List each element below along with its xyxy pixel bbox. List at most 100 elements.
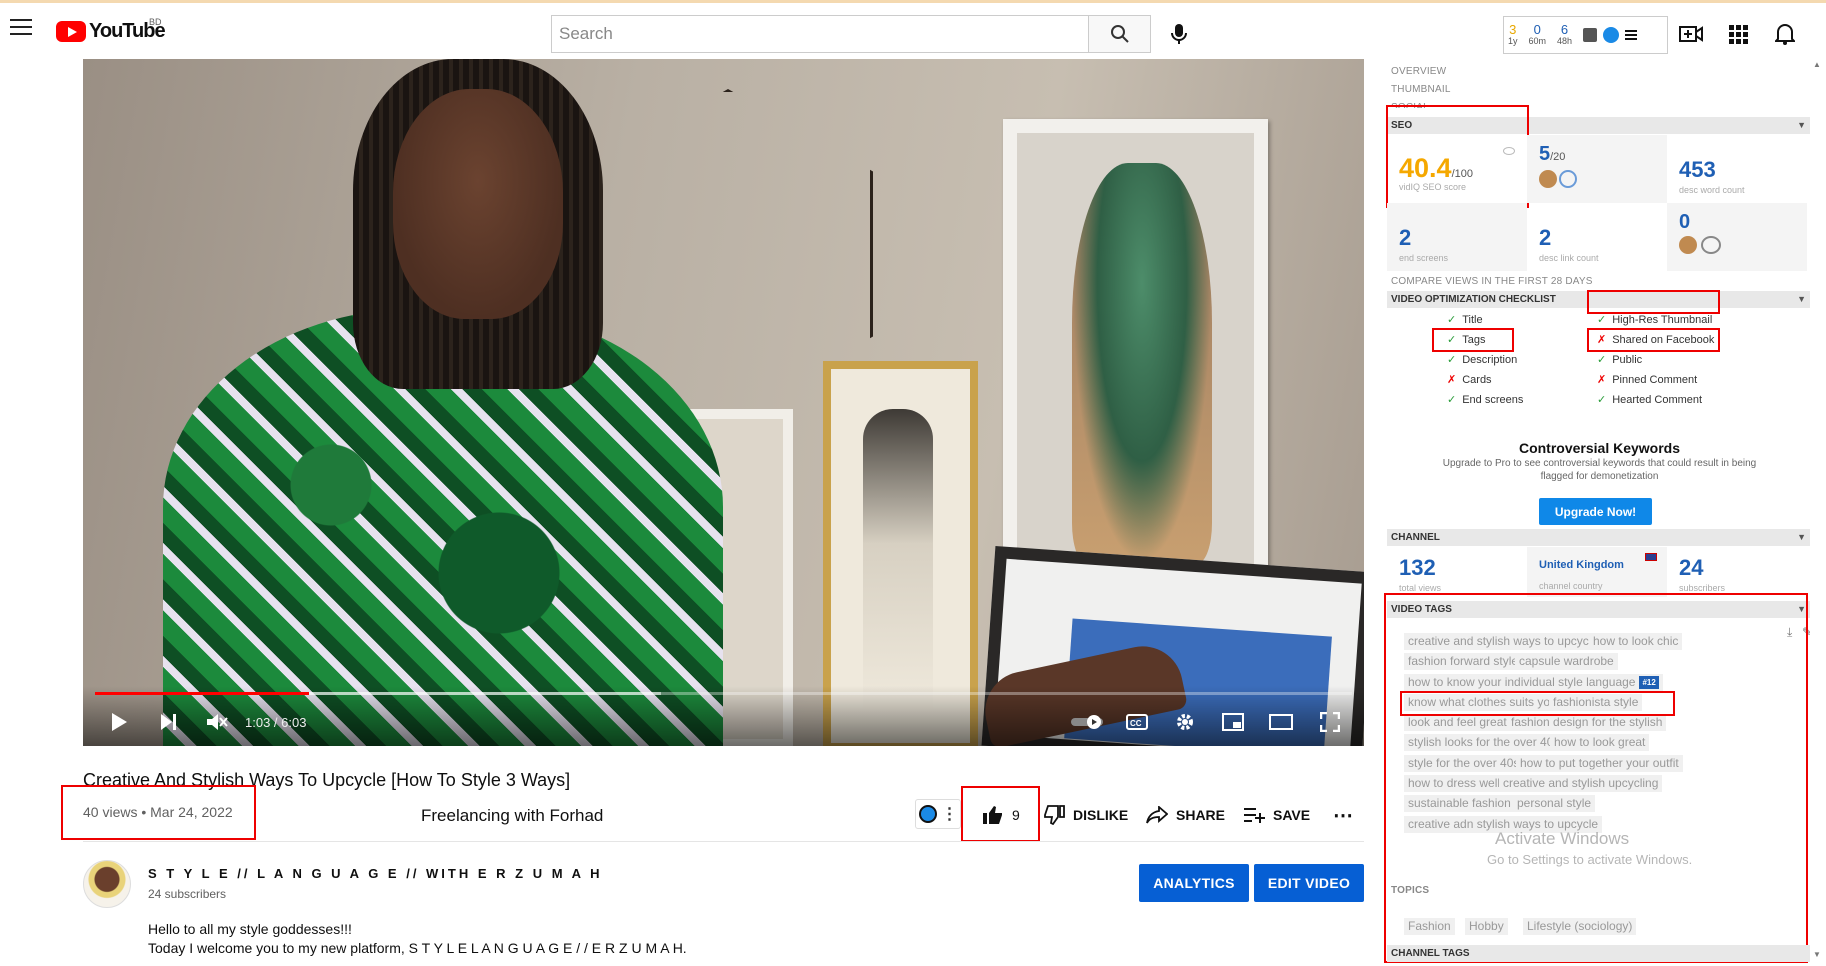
captions-icon: CC [1126, 714, 1148, 730]
notifications-bell-icon[interactable] [1771, 21, 1799, 47]
voice-search-button[interactable] [1162, 17, 1196, 51]
compare-views-header[interactable]: COMPARE VIEWS IN THE FIRST 28 DAYS [1387, 273, 1812, 290]
link-icon [1559, 170, 1577, 188]
play-button[interactable] [105, 708, 133, 736]
avatar-icon [1539, 170, 1557, 188]
avatar-icon [1679, 236, 1697, 254]
microphone-icon [1171, 24, 1187, 44]
fullscreen-icon [1320, 712, 1340, 732]
search-button[interactable] [1088, 15, 1151, 53]
topic-tag: Lifestyle (sociology) [1523, 918, 1637, 935]
video-tag: creative and stylish ways to upcycle [1404, 633, 1603, 650]
video-tag: sustainable fashion [1404, 795, 1515, 812]
download-tags-icon[interactable]: ⤓ [1787, 625, 1792, 640]
more-actions-button[interactable]: ⋯ [1333, 803, 1353, 827]
video-time: 1:03 / 6:03 [245, 715, 307, 730]
channel-name[interactable]: S T Y L E // L A N G U A G E // WITH E R… [148, 866, 603, 881]
stat-0-cell: 0 [1667, 203, 1807, 271]
search-input[interactable]: Search [551, 15, 1088, 53]
vidiq-stat-60m: 0 60m [1528, 21, 1547, 46]
vidiq-stats-widget[interactable]: 3 1y 0 60m 6 48h [1503, 16, 1668, 54]
cross-icon: ✗ [1597, 374, 1607, 386]
theater-mode-button[interactable] [1267, 708, 1295, 736]
share-label: SHARE [1176, 807, 1226, 823]
video-tag-text: capsule wardrobe [1519, 654, 1614, 668]
scroll-up-icon[interactable]: ▲ [1813, 60, 1821, 69]
save-button[interactable]: SAVE [1243, 803, 1310, 827]
nav-overview[interactable]: OVERVIEW [1387, 63, 1812, 80]
checklist-item-right-4: ✓ Hearted Comment [1597, 393, 1702, 406]
create-video-icon[interactable] [1677, 21, 1705, 47]
fullscreen-button[interactable] [1316, 708, 1344, 736]
eye-icon[interactable] [1503, 147, 1515, 155]
vidiq-logo-icon[interactable] [1603, 27, 1620, 43]
more-horiz-icon: ⋯ [1333, 804, 1353, 827]
channel-section-header[interactable]: CHANNEL ▼ [1387, 529, 1812, 546]
theater-icon [1269, 714, 1293, 730]
check-icon: ✓ [1597, 314, 1607, 326]
settings-button[interactable] [1171, 708, 1199, 736]
stat-5-cell: 5/20 [1527, 135, 1667, 203]
checklist-item-0: ✓ Title [1447, 313, 1483, 326]
like-button[interactable]: 9 [982, 803, 1020, 827]
stat-5: 5 [1539, 143, 1551, 165]
miniplayer-button[interactable] [1219, 708, 1247, 736]
menu-icon[interactable] [10, 19, 32, 37]
channel-subscribers-label: subscribers [1679, 583, 1726, 593]
check-icon: ✓ [1597, 394, 1607, 406]
end-screens-cell: 2 end screens [1387, 203, 1527, 271]
total-views-cell: 132 total views [1387, 547, 1527, 597]
video-tags-section-header[interactable]: VIDEO TAGS ▼ [1387, 601, 1812, 618]
dislike-button[interactable]: DISLIKE [1043, 803, 1128, 827]
dislike-label: DISLIKE [1073, 807, 1129, 823]
collapse-arrow-icon: ▼ [1797, 604, 1806, 614]
check-icon: ✓ [1447, 334, 1457, 346]
seo-score-label: vidIQ SEO score [1399, 182, 1467, 192]
checklist-item-1: ✓ Tags [1447, 333, 1485, 346]
channel-tags-section-header[interactable]: CHANNEL TAGS [1387, 945, 1812, 962]
vidiq-menu-icon[interactable] [1625, 30, 1638, 40]
video-tag: capsule wardrobe [1515, 653, 1618, 670]
apps-grid-icon[interactable] [1724, 21, 1752, 47]
collapse-arrow-icon: ▼ [1797, 294, 1806, 304]
seo-section-header[interactable]: SEO ▼ [1387, 117, 1812, 134]
video-tag: creative and stylish upcycling [1499, 775, 1663, 792]
channel-avatar[interactable] [83, 860, 131, 908]
video-tag: how to know your individual style langua… [1404, 674, 1663, 691]
upgrade-now-button[interactable]: Upgrade Now! [1539, 498, 1652, 525]
video-tag-text: personal style [1517, 796, 1592, 810]
video-tag: fashionista style [1549, 694, 1643, 711]
scroll-down-icon[interactable]: ▼ [1813, 950, 1821, 959]
analytics-button[interactable]: ANALYTICS [1139, 864, 1249, 902]
vidiq-video-button[interactable]: ⋮ [915, 799, 961, 829]
mute-button[interactable] [203, 708, 231, 736]
channel-subscribers: 24 subscribers [148, 887, 227, 901]
share-icon [1146, 806, 1168, 824]
nav-thumbnail[interactable]: THUMBNAIL [1387, 81, 1812, 98]
captions-button[interactable]: CC [1123, 708, 1151, 736]
checklist-item-3: ✗ Cards [1447, 373, 1492, 386]
video-tag-text: know what clothes suits you [1408, 695, 1557, 709]
autoplay-toggle[interactable] [1068, 708, 1108, 736]
cross-icon: ✗ [1597, 334, 1607, 346]
video-tag-text: how to put together your outfit [1520, 756, 1679, 770]
next-button[interactable] [155, 708, 183, 736]
video-player[interactable]: 1:03 / 6:03 CC [83, 59, 1364, 746]
sidebar-scrollbar[interactable]: ▲ ▼ [1810, 60, 1826, 966]
autoplay-toggle-icon [1071, 715, 1103, 729]
share-button[interactable]: SHARE [1146, 803, 1225, 827]
checklist-label: High-Res Thumbnail [1612, 314, 1713, 326]
desc-word-count-cell: 453 desc word count [1667, 135, 1807, 203]
youtube-logo[interactable]: YouTube BD [56, 17, 166, 43]
topics-header[interactable]: TOPICS [1387, 882, 1812, 894]
nav-social[interactable]: SOCIAL [1387, 99, 1812, 108]
checklist-section-header[interactable]: VIDEO OPTIMIZATION CHECKLIST ▼ [1387, 291, 1812, 308]
tag-rank-badge: #12 [1639, 676, 1659, 690]
chart-icon[interactable] [1583, 28, 1598, 42]
edit-video-button[interactable]: EDIT VIDEO [1254, 864, 1364, 902]
channel-country-label: channel country [1539, 581, 1603, 591]
masthead: YouTube BD Search 3 1y 0 60m 6 48h [0, 3, 1826, 60]
video-tag: style for the over 40s [1404, 755, 1524, 772]
progress-bar[interactable] [95, 692, 1352, 695]
uk-flag-icon [1645, 553, 1657, 561]
